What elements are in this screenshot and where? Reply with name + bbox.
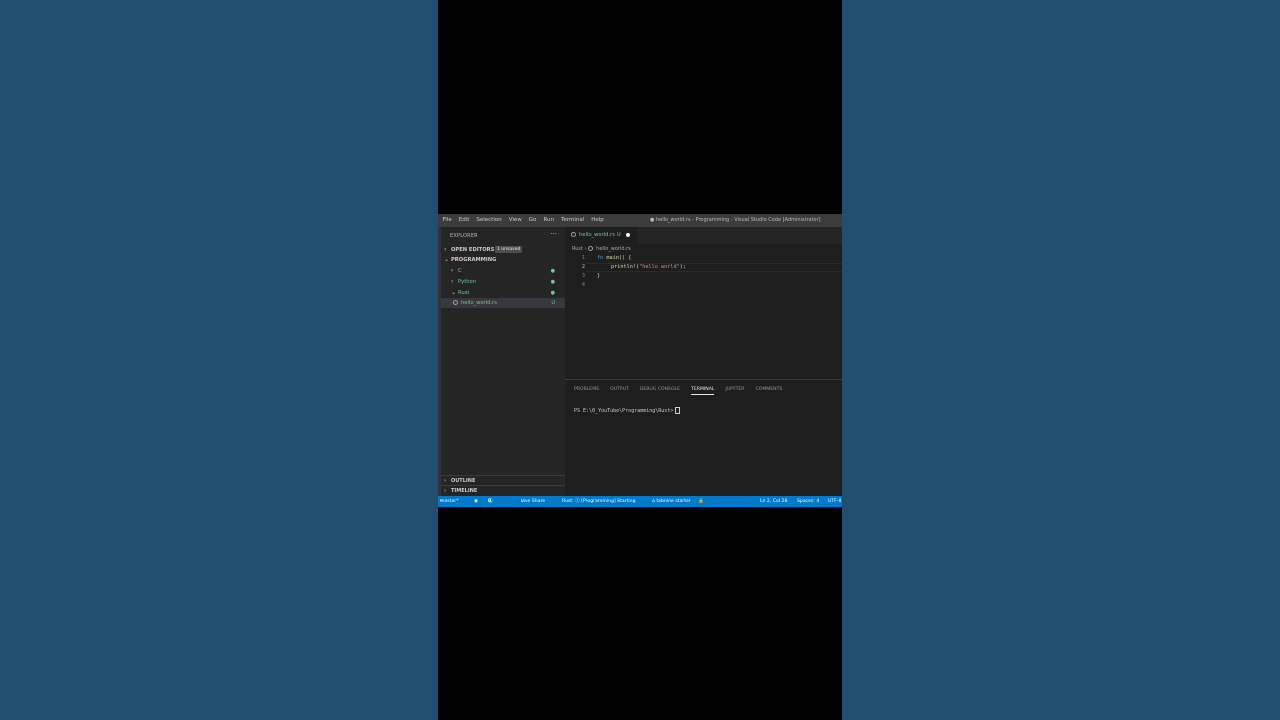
chevron-right-icon: › (444, 246, 447, 253)
menu-selection[interactable]: Selection (473, 214, 505, 227)
menu-file[interactable]: File (439, 214, 455, 227)
window-title: ● hello_world.rs - Programming - Visual … (650, 217, 821, 223)
menu-bar: File Edit Selection View Go Run Terminal… (438, 214, 607, 227)
tab-output[interactable]: OUTPUT (610, 385, 629, 395)
menu-go[interactable]: Go (525, 214, 540, 227)
vscode-window: File Edit Selection View Go Run Terminal… (438, 214, 842, 507)
timeline-label: TIMELINE (451, 488, 478, 494)
folder-label: Python (458, 279, 476, 285)
tabnine-status[interactable]: ⌂ tabnine starter (652, 496, 691, 507)
breadcrumb-file[interactable]: hello_world.rs (596, 246, 631, 252)
line-number: 2 (581, 264, 585, 270)
tab-jupyter[interactable]: JUPYTER (725, 385, 744, 395)
tree-folder-c[interactable]: › C ● (441, 266, 565, 276)
modified-dot-icon: ● (550, 268, 555, 274)
breadcrumb-folder[interactable]: Rust (572, 246, 583, 252)
tree-file-hello-world[interactable]: hello_world.rs U (441, 298, 565, 308)
code-line-2: println!("hello world"); (611, 264, 686, 270)
unsaved-badge: 1 unsaved (495, 246, 523, 253)
folder-label: Rust (458, 290, 470, 296)
terminal-prompt: PS E:\0_YouTube\Programming\Rust> (574, 408, 674, 414)
panel-tabs: PROBLEMS OUTPUT DEBUG CONSOLE TERMINAL J… (574, 385, 782, 395)
modified-dot-icon: ● (550, 279, 555, 285)
open-editors-label: OPEN EDITORS (451, 247, 495, 253)
menu-help[interactable]: Help (588, 214, 608, 227)
chevron-right-icon: › (451, 278, 454, 285)
menu-view[interactable]: View (505, 214, 525, 227)
cursor-position[interactable]: Ln 2, Col 28 (760, 496, 787, 507)
bottom-panel: PROBLEMS OUTPUT DEBUG CONSOLE TERMINAL J… (565, 379, 842, 497)
explorer-sidebar: EXPLORER ··· › OPEN EDITORS 1 unsaved ⌄ … (441, 227, 565, 496)
tab-problems[interactable]: PROBLEMS (574, 385, 599, 395)
rust-file-icon (588, 246, 594, 251)
line-number: 3 (581, 273, 585, 279)
timeline-section[interactable]: › TIMELINE (441, 485, 565, 496)
tab-terminal[interactable]: TERMINAL (691, 385, 715, 395)
chevron-down-icon: ⌄ (444, 256, 450, 263)
more-actions-icon[interactable]: ··· (550, 230, 557, 238)
rust-file-icon (453, 300, 458, 305)
tab-status: U (616, 232, 621, 238)
terminal[interactable]: PS E:\0_YouTube\Programming\Rust> (574, 407, 681, 414)
indentation[interactable]: Spaces: 4 (797, 496, 819, 507)
tree-folder-python[interactable]: › Python ● (441, 277, 565, 287)
chevron-right-icon: › (444, 488, 447, 494)
chevron-right-icon: › (451, 267, 454, 274)
status-bar: ⑂ master* ◉ ⓧ 0 ⚠ 0 ↗ Live Share Rust: ⓘ… (438, 496, 842, 507)
background-left (0, 0, 438, 720)
tab-hello-world[interactable]: hello_world.rs U (565, 227, 637, 244)
file-label: hello_world.rs (461, 300, 497, 306)
tab-comments[interactable]: COMMENTS (756, 385, 783, 395)
line-number: 4 (581, 282, 585, 288)
workspace-label: PROGRAMMING (451, 257, 497, 263)
open-editors-section[interactable]: › OPEN EDITORS 1 unsaved (441, 245, 565, 255)
rust-analyzer-status[interactable]: Rust: ⓘ [Programming] Starting (562, 496, 635, 507)
untracked-status: U (551, 300, 555, 306)
tab-label: hello_world.rs (579, 232, 615, 238)
encoding[interactable]: UTF-8 (828, 496, 841, 507)
unsaved-dot-icon[interactable] (625, 232, 630, 237)
workspace-section[interactable]: ⌄ PROGRAMMING (441, 255, 565, 265)
line-number: 1 (581, 255, 585, 261)
sync-icon[interactable]: ◉ (474, 496, 478, 507)
lock-icon: 🔒 (698, 499, 704, 504)
explorer-header: EXPLORER (450, 233, 478, 239)
menu-terminal[interactable]: Terminal (557, 214, 587, 227)
modified-dot-icon: ● (550, 290, 555, 296)
background-right (842, 0, 1280, 720)
folder-label: C (458, 268, 462, 274)
code-line-1: fn main() { (597, 255, 632, 261)
rust-file-icon (571, 232, 576, 237)
menu-run[interactable]: Run (540, 214, 558, 227)
chevron-down-icon: ⌄ (451, 289, 457, 296)
code-line-3: } (597, 273, 601, 279)
terminal-cursor (675, 407, 681, 414)
tree-folder-rust[interactable]: ⌄ Rust ● (441, 288, 565, 298)
menu-edit[interactable]: Edit (455, 214, 473, 227)
editor-tabs: hello_world.rs U (565, 227, 842, 244)
title-bar: File Edit Selection View Go Run Terminal… (438, 214, 842, 227)
breadcrumb: Rust › hello_world.rs (572, 246, 631, 252)
tab-debug-console[interactable]: DEBUG CONSOLE (640, 385, 680, 395)
